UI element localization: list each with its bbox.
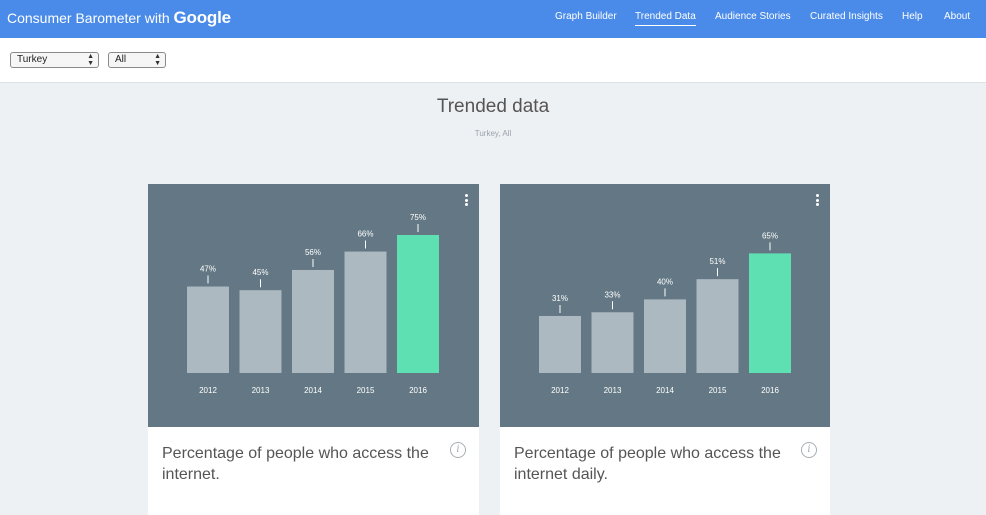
x-tick-label: 2013 bbox=[604, 386, 622, 395]
bar-chart: 31% 2012 33% 2013 40% 2014 51% 2015 65% 2016 bbox=[539, 231, 791, 395]
country-select-value: Turkey bbox=[17, 54, 48, 65]
nav-about[interactable]: About bbox=[944, 11, 970, 22]
bar-2014 bbox=[644, 299, 686, 373]
x-tick-label: 2012 bbox=[551, 386, 569, 395]
audience-select[interactable]: All ▲ ▼ bbox=[108, 52, 166, 68]
bar-2013 bbox=[591, 312, 634, 373]
bar-2015 bbox=[344, 251, 387, 373]
more-vert-icon[interactable] bbox=[463, 194, 469, 208]
value-label: 33% bbox=[604, 290, 620, 299]
value-label: 75% bbox=[410, 213, 426, 222]
card-title: Percentage of people who access the inte… bbox=[162, 445, 429, 483]
nav-audience-stories[interactable]: Audience Stories bbox=[715, 11, 791, 22]
x-tick-label: 2015 bbox=[357, 386, 375, 395]
value-label: 47% bbox=[200, 265, 216, 274]
nav-curated-insights[interactable]: Curated Insights bbox=[810, 11, 883, 22]
chart-card-internet-daily: 31% 2012 33% 2013 40% 2014 51% 2015 65% 2016 Perc… bbox=[500, 184, 830, 515]
value-label: 65% bbox=[762, 231, 778, 240]
x-tick-label: 2012 bbox=[199, 386, 217, 395]
x-tick-label: 2016 bbox=[761, 386, 779, 395]
value-label: 51% bbox=[709, 257, 725, 266]
select-arrows-icon: ▲ ▼ bbox=[87, 53, 94, 67]
bar-2013 bbox=[239, 290, 282, 373]
x-tick-label: 2014 bbox=[304, 386, 322, 395]
select-arrows-icon: ▲ ▼ bbox=[154, 53, 161, 67]
value-label: 56% bbox=[305, 248, 321, 257]
filter-bar: Turkey ▲ ▼ All ▲ ▼ bbox=[0, 38, 986, 83]
info-icon[interactable]: i bbox=[801, 442, 817, 458]
chart-area: 31% 2012 33% 2013 40% 2014 51% 2015 65% 2016 bbox=[500, 184, 830, 427]
chart-card-internet-access: 47% 2012 45% 2013 56% 2014 66% 2015 75% 2016 Perc… bbox=[148, 184, 479, 515]
bar-2012 bbox=[187, 286, 229, 373]
x-tick-label: 2014 bbox=[656, 386, 674, 395]
brand-google: Google bbox=[173, 8, 232, 27]
x-tick-label: 2015 bbox=[709, 386, 727, 395]
more-vert-icon[interactable] bbox=[814, 194, 820, 208]
bar-2016 bbox=[749, 253, 791, 373]
nav-trended-data[interactable]: Trended Data bbox=[635, 11, 696, 26]
bar-2014 bbox=[292, 269, 334, 373]
page-title: Trended data bbox=[436, 96, 550, 117]
bar-2015 bbox=[696, 279, 739, 373]
brand-logo[interactable]: Consumer Barometer with Google bbox=[7, 8, 231, 28]
value-label: 40% bbox=[657, 277, 673, 286]
bar-2012 bbox=[539, 315, 581, 373]
bar-2016 bbox=[397, 235, 439, 373]
header: Consumer Barometer with Google Graph Bui… bbox=[0, 0, 986, 38]
value-label: 45% bbox=[252, 268, 268, 277]
nav-help[interactable]: Help bbox=[902, 11, 923, 22]
info-icon[interactable]: i bbox=[450, 442, 466, 458]
chart-area: 47% 2012 45% 2013 56% 2014 66% 2015 75% 2016 bbox=[148, 184, 479, 427]
card-title: Percentage of people who access the inte… bbox=[514, 445, 781, 483]
nav-graph-builder[interactable]: Graph Builder bbox=[555, 11, 617, 22]
x-tick-label: 2013 bbox=[252, 386, 270, 395]
bar-chart: 47% 2012 45% 2013 56% 2014 66% 2015 75% 2016 bbox=[187, 213, 439, 395]
value-label: 31% bbox=[552, 294, 568, 303]
value-label: 66% bbox=[357, 230, 373, 239]
audience-select-value: All bbox=[115, 54, 127, 65]
x-tick-label: 2016 bbox=[409, 386, 427, 395]
country-select[interactable]: Turkey ▲ ▼ bbox=[10, 52, 99, 68]
brand-prefix: Consumer Barometer with bbox=[7, 10, 170, 26]
page-subtitle: Turkey, All bbox=[474, 129, 512, 138]
